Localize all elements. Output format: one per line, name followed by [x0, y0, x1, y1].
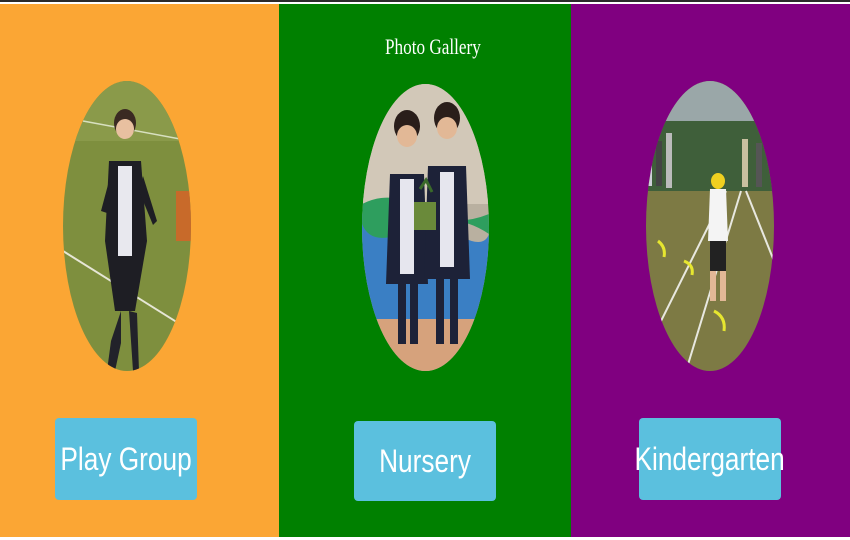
- page-title: Photo Gallery: [385, 34, 481, 59]
- nursery-button[interactable]: Nursery: [354, 421, 496, 501]
- play-group-button[interactable]: Play Group: [55, 418, 197, 500]
- kindergarten-button[interactable]: Kindergarten: [635, 418, 785, 500]
- nursery-photo-image: [362, 84, 489, 371]
- kindergarten-photo-image: [646, 81, 774, 371]
- nursery-photo[interactable]: [362, 84, 489, 371]
- kindergarten-photo[interactable]: [646, 81, 774, 371]
- play-group-photo-image: [63, 81, 191, 371]
- play-group-photo[interactable]: [63, 81, 191, 371]
